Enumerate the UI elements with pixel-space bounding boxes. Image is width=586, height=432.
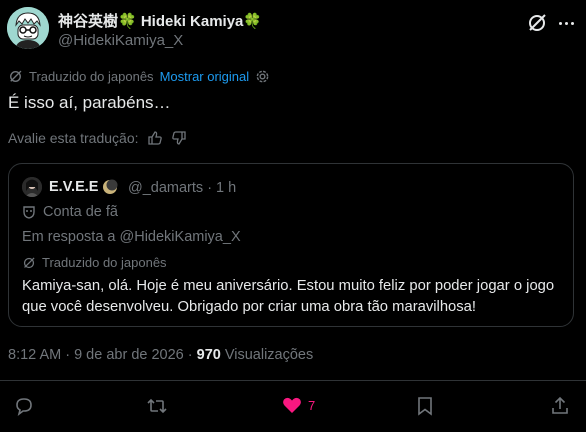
thumbs-down-icon[interactable] [171,130,187,146]
rate-translation: Avalie esta tradução: [8,130,187,146]
grok-icon[interactable] [526,12,548,34]
show-original-link[interactable]: Mostrar original [160,69,250,84]
quoted-author-name: E.V.E.E [49,179,99,195]
quoted-translation-label: Traduzido do japonês [42,255,167,270]
repost-icon [146,396,168,416]
divider [0,380,586,381]
fan-account-label: Conta de fã [22,204,118,220]
thumbs-up-icon[interactable] [147,130,163,146]
translation-bar: Traduzido do japonês Mostrar original [8,69,270,84]
rate-label: Avalie esta tradução: [8,130,139,146]
more-options-icon[interactable] [554,12,578,34]
moon-icon [102,179,118,195]
reply-icon [14,396,34,416]
bookmark-icon [416,396,434,416]
author-avatar[interactable] [7,7,49,49]
bookmark-button[interactable] [416,396,434,416]
views-count: 970 [196,347,221,363]
like-button[interactable]: 7 [282,396,315,414]
author-handle[interactable]: @HidekiKamiya_X [58,32,183,49]
translation-label: Traduzido do japonês [29,69,154,84]
like-count: 7 [308,397,316,413]
repost-button[interactable] [146,396,168,416]
timestamp[interactable]: 8:12 AM · 9 de abr de 2026 · [8,347,197,363]
quoted-translation-bar: Traduzido do japonês [22,255,167,270]
fan-label-text: Conta de fã [43,204,118,220]
author-name[interactable]: 神谷英樹🍀 Hideki Kamiya🍀 [58,10,262,31]
share-button[interactable] [550,396,570,416]
quoted-handle-time[interactable]: @_damarts · 1 h [128,180,236,196]
tweet-meta: 8:12 AM · 9 de abr de 2026 · 970 Visuali… [8,347,313,363]
quoted-author-avatar[interactable] [22,177,42,197]
translation-settings-icon[interactable] [255,69,270,84]
translate-icon [8,69,23,84]
reply-to: Em resposta a @HidekiKamiya_X [22,229,241,245]
translate-icon [22,256,36,270]
tweet-text: É isso aí, parabéns… [8,93,171,112]
quoted-author[interactable]: E.V.E.E [49,179,118,195]
quoted-tweet-text: Kamiya-san, olá. Hoje é meu aniversário.… [22,278,555,315]
views-label: Visualizações [220,347,314,363]
mask-icon [22,205,36,219]
heart-icon [282,396,302,414]
reply-button[interactable] [14,396,34,416]
share-icon [550,396,570,416]
